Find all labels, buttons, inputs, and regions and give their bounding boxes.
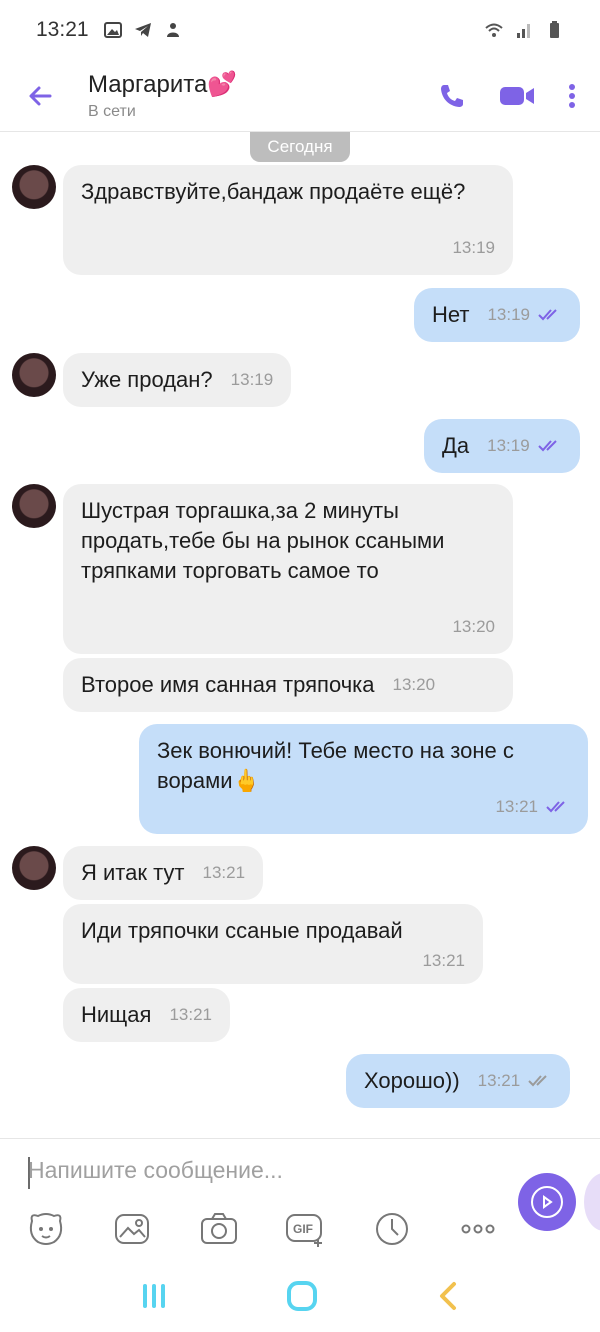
more-icon	[461, 1224, 495, 1234]
gallery-button[interactable]	[110, 1207, 154, 1251]
gallery-icon	[115, 1214, 150, 1244]
message-outgoing[interactable]: Хорошо)) 13:21	[346, 1054, 571, 1108]
system-navigation-bar	[0, 1260, 600, 1332]
message-time: 13:20	[452, 617, 495, 636]
message-incoming[interactable]: Второе имя санная тряпочка 13:20	[63, 658, 513, 712]
message-incoming[interactable]: Уже продан? 13:19	[63, 353, 292, 407]
home-icon[interactable]	[285, 1279, 319, 1313]
message-incoming[interactable]: Здравствуйте,бандаж продаёте ещё? 13:19	[63, 165, 513, 275]
contact-avatar[interactable]	[12, 484, 56, 528]
contact-avatar[interactable]	[12, 353, 56, 397]
message-incoming[interactable]: Я итак тут 13:21	[63, 846, 264, 900]
more-tools-button[interactable]	[456, 1207, 500, 1251]
read-check-icon	[546, 801, 565, 813]
date-separator: Сегодня	[250, 132, 350, 162]
message-text: Здравствуйте,бандаж продаёте ещё?	[81, 179, 466, 204]
wifi-icon	[485, 23, 503, 37]
recent-apps-icon[interactable]	[138, 1280, 170, 1312]
message-time: 13:19	[487, 436, 530, 455]
message-text: Зек вонючий! Тебе место на зоне с ворами…	[157, 738, 514, 793]
message-text: Второе имя санная тряпочка	[81, 672, 375, 697]
chat-header: Маргарита💕 В сети	[0, 60, 600, 132]
message-incoming[interactable]: Нищая 13:21	[63, 988, 230, 1042]
contact-avatar[interactable]	[12, 846, 56, 890]
message-text: Уже продан?	[81, 367, 213, 392]
contact-avatar[interactable]	[12, 165, 56, 209]
signal-icon	[517, 24, 530, 38]
header-actions	[438, 82, 600, 110]
status-time: 13:21	[36, 18, 89, 41]
app-notification-icon	[166, 23, 179, 37]
status-notification-icons	[103, 20, 183, 40]
svg-text:GIF: GIF	[293, 1222, 313, 1236]
message-time: 13:21	[202, 863, 246, 882]
message-outgoing[interactable]: Зек вонючий! Тебе место на зоне с ворами…	[139, 724, 588, 834]
message-incoming[interactable]: Иди тряпочки ссаные продавай 13:21	[63, 904, 483, 984]
message-time: 13:19	[452, 238, 495, 257]
image-notification-icon	[103, 22, 122, 38]
message-time: 13:21	[495, 797, 538, 816]
message-outgoing[interactable]: Да 13:19	[424, 419, 580, 473]
message-text: Шустрая торгашка,за 2 минуты продать,теб…	[81, 498, 445, 583]
message-time: 13:21	[477, 1071, 521, 1090]
telegram-notification-icon	[134, 23, 151, 37]
send-button[interactable]	[518, 1173, 576, 1231]
back-nav-icon[interactable]	[434, 1280, 462, 1312]
message-time: 13:19	[487, 305, 531, 324]
message-text: Хорошо))	[364, 1068, 460, 1093]
read-check-icon	[538, 309, 557, 321]
message-input[interactable]: Напишите сообщение...	[28, 1157, 283, 1184]
sticker-button[interactable]	[24, 1207, 68, 1251]
message-time: 13:20	[392, 675, 436, 694]
camera-button[interactable]	[197, 1207, 241, 1251]
message-text: Нищая	[81, 1002, 152, 1027]
gif-button[interactable]: GIF	[283, 1207, 327, 1251]
more-options-icon[interactable]	[568, 82, 576, 110]
message-composer: Напишите сообщение... GIF	[0, 1138, 600, 1260]
message-text: Я итак тут	[81, 860, 185, 885]
camera-icon	[200, 1213, 237, 1244]
send-icon	[531, 1186, 563, 1218]
status-bar: 13:21	[0, 0, 600, 60]
chat-area[interactable]: Сегодня Здравствуйте,бандаж продаёте ещё…	[0, 132, 600, 1138]
read-check-icon	[537, 440, 557, 452]
delivered-check-icon	[528, 1075, 547, 1087]
message-text: Да	[442, 433, 470, 458]
contact-info[interactable]: Маргарита💕 В сети	[88, 70, 237, 121]
message-time: 13:21	[169, 1005, 212, 1024]
timer-icon	[375, 1213, 408, 1245]
battery-icon	[550, 21, 559, 38]
gif-icon: GIF	[286, 1214, 323, 1247]
timer-button[interactable]	[370, 1207, 414, 1251]
status-system-icons	[484, 20, 564, 40]
phone-call-icon[interactable]	[438, 82, 466, 110]
back-arrow-icon	[29, 86, 52, 105]
message-time: 13:21	[422, 951, 465, 970]
message-time: 13:19	[230, 370, 274, 389]
back-button[interactable]	[0, 60, 80, 132]
contact-status: В сети	[88, 103, 136, 120]
contact-name: Маргарита💕	[88, 71, 238, 98]
message-outgoing[interactable]: Нет 13:19	[414, 288, 581, 342]
message-text: Иди тряпочки ссаные продавай	[81, 918, 403, 943]
message-incoming[interactable]: Шустрая торгашка,за 2 минуты продать,теб…	[63, 484, 513, 654]
composer-toolbar: GIF	[0, 1205, 520, 1253]
secondary-button[interactable]	[584, 1173, 600, 1231]
sticker-icon	[29, 1213, 63, 1245]
video-call-icon[interactable]	[498, 82, 536, 110]
message-text: Нет	[432, 302, 470, 327]
